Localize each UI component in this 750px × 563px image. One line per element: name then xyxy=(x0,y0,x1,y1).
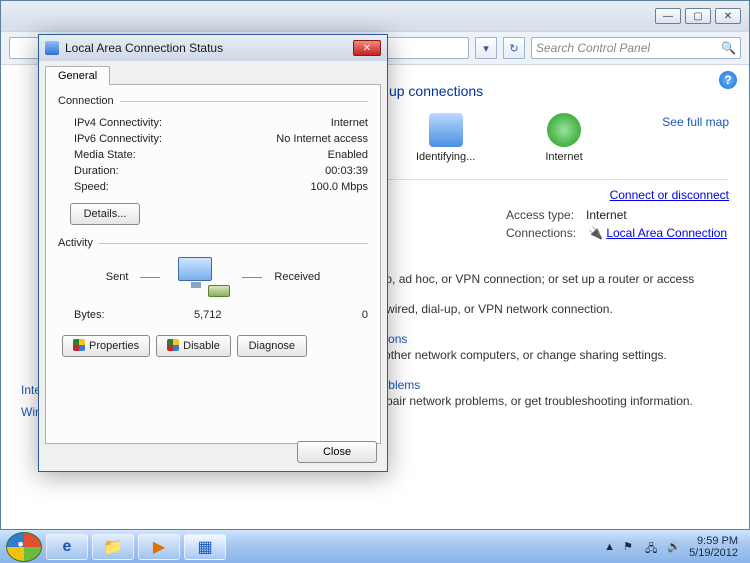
clock-date: 5/19/2012 xyxy=(689,547,738,559)
dialog-title: Local Area Connection Status xyxy=(65,41,223,55)
ipv4-value: Internet xyxy=(331,117,368,129)
computer-icon xyxy=(429,113,463,147)
close-button[interactable]: Close xyxy=(297,441,377,463)
activity-icon xyxy=(172,257,230,297)
disable-button[interactable]: Disable xyxy=(156,335,231,357)
network-icon: 🔌 xyxy=(588,226,606,240)
globe-icon xyxy=(547,113,581,147)
details-button[interactable]: Details... xyxy=(70,203,140,225)
see-full-map-link[interactable]: See full map xyxy=(662,115,729,129)
diagnose-button[interactable]: Diagnose xyxy=(237,335,307,357)
ie-icon: e xyxy=(63,538,72,556)
tab-page-general: Connection IPv4 Connectivity: Internet IP… xyxy=(45,84,381,444)
access-type-label: Access type: xyxy=(506,208,574,222)
volume-icon[interactable]: 🔊 xyxy=(667,540,681,554)
refresh-button[interactable]: ↻ xyxy=(503,37,525,59)
properties-button[interactable]: Properties xyxy=(62,335,150,357)
dialog-close-button[interactable]: ✕ xyxy=(353,40,381,56)
access-type-value: Internet xyxy=(586,208,627,222)
clock[interactable]: 9:59 PM 5/19/2012 xyxy=(689,535,738,559)
connection-link[interactable]: Local Area Connection xyxy=(606,226,727,240)
network-node-internet[interactable]: Internet xyxy=(545,113,582,163)
ipv4-label: IPv4 Connectivity: xyxy=(74,117,162,129)
taskbar-item-explorer[interactable]: 📁 xyxy=(92,534,134,560)
ipv6-value: No Internet access xyxy=(276,133,368,145)
search-icon: 🔍 xyxy=(721,41,736,55)
group-connection-label: Connection xyxy=(58,95,114,107)
media-icon: ▶ xyxy=(153,537,165,557)
network-node-local[interactable]: Identifying... xyxy=(416,113,475,163)
network-icon xyxy=(45,41,59,55)
network-node-label: Internet xyxy=(545,151,582,163)
taskbar: e 📁 ▶ ▦ ▲ ⚑ 🖧 🔊 9:59 PM 5/19/2012 xyxy=(0,530,750,563)
search-placeholder: Search Control Panel xyxy=(536,41,650,55)
media-state-label: Media State: xyxy=(74,149,136,161)
taskbar-item-control-panel[interactable]: ▦ xyxy=(184,534,226,560)
connection-status-dialog: Local Area Connection Status ✕ General C… xyxy=(38,34,388,472)
group-activity-label: Activity xyxy=(58,237,93,249)
close-button[interactable]: ✕ xyxy=(715,8,741,24)
tab-general[interactable]: General xyxy=(45,66,110,85)
media-state-value: Enabled xyxy=(328,149,368,161)
duration-value: 00:03:39 xyxy=(325,165,368,177)
connect-disconnect-link[interactable]: Connect or disconnect xyxy=(610,188,729,202)
speed-label: Speed: xyxy=(74,181,109,193)
taskbar-item-media[interactable]: ▶ xyxy=(138,534,180,560)
network-node-label: Identifying... xyxy=(416,151,475,163)
taskbar-item-ie[interactable]: e xyxy=(46,534,88,560)
window-titlebar: — ▢ ✕ xyxy=(1,1,749,31)
system-tray: ▲ ⚑ 🖧 🔊 9:59 PM 5/19/2012 xyxy=(604,535,744,559)
maximize-button[interactable]: ▢ xyxy=(685,8,711,24)
folder-icon: 📁 xyxy=(103,537,123,557)
connections-label: Connections: xyxy=(506,226,576,240)
duration-label: Duration: xyxy=(74,165,119,177)
minimize-button[interactable]: — xyxy=(655,8,681,24)
address-dropdown-button[interactable]: ▾ xyxy=(475,37,497,59)
bytes-received-value: 0 xyxy=(362,309,368,321)
bytes-label: Bytes: xyxy=(74,309,105,321)
panel-icon: ▦ xyxy=(197,537,212,557)
flag-icon[interactable]: ⚑ xyxy=(623,540,637,554)
tray-show-hidden-button[interactable]: ▲ xyxy=(604,541,615,553)
network-tray-icon[interactable]: 🖧 xyxy=(645,540,659,554)
speed-value: 100.0 Mbps xyxy=(311,181,368,193)
clock-time: 9:59 PM xyxy=(689,535,738,547)
dialog-titlebar: Local Area Connection Status ✕ xyxy=(39,35,387,61)
ipv6-label: IPv6 Connectivity: xyxy=(74,133,162,145)
bytes-sent-value: 5,712 xyxy=(194,309,222,321)
start-button[interactable] xyxy=(6,532,42,562)
sent-label: Sent xyxy=(106,271,129,283)
search-input[interactable]: Search Control Panel 🔍 xyxy=(531,37,741,59)
received-label: Received xyxy=(274,271,320,283)
